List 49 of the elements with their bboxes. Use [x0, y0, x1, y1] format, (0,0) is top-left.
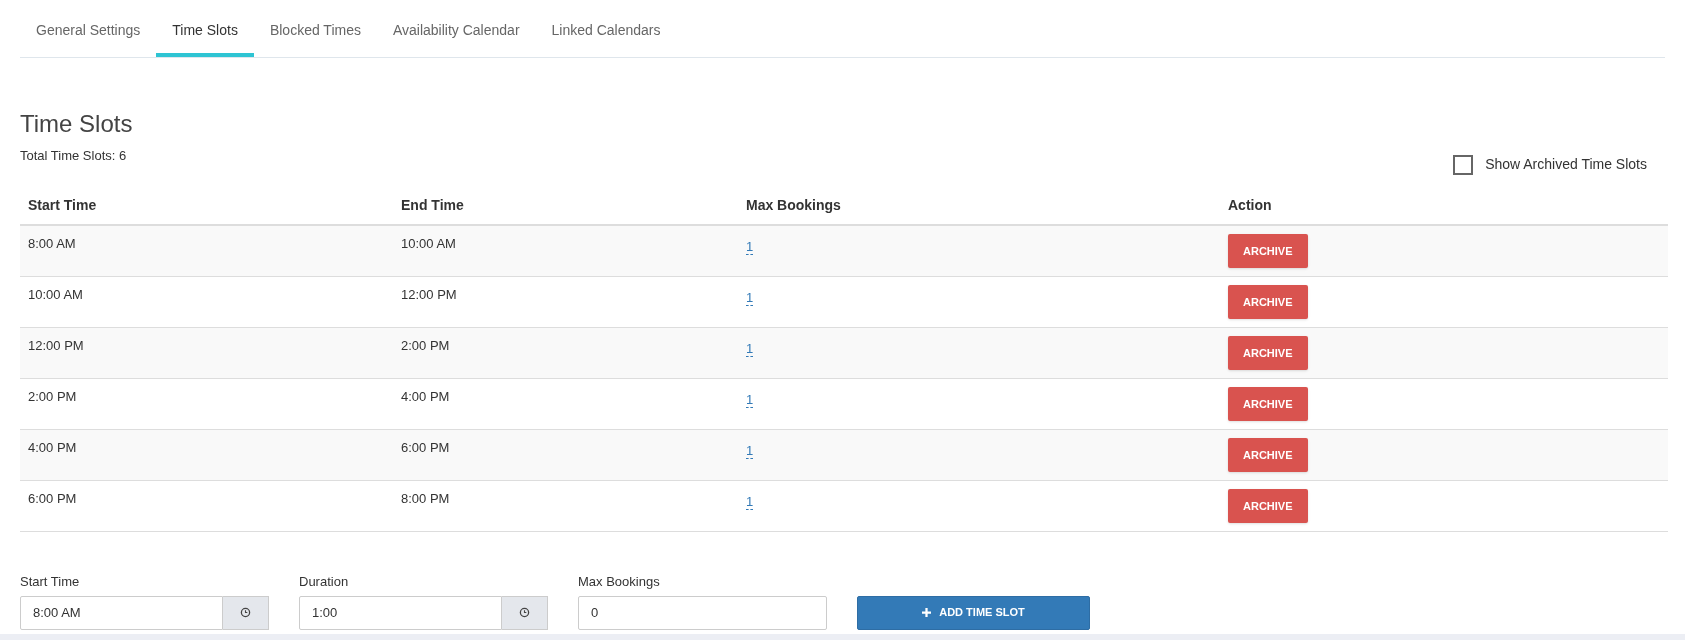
input-field[interactable]: 1:00: [299, 595, 502, 630]
column-header: Action: [1227, 196, 1273, 215]
column-header: Start Time: [27, 196, 98, 215]
table-cell-text: 8:00 AM: [27, 235, 77, 253]
editable-link[interactable]: 1: [746, 290, 754, 306]
editable-link[interactable]: 1: [746, 494, 754, 510]
archive-button[interactable]: ARCHIVE: [1228, 285, 1308, 319]
table-cell-text: 12:00 PM: [27, 337, 85, 355]
input-field[interactable]: 0: [578, 595, 827, 630]
tab[interactable]: Time Slots: [156, 12, 254, 57]
archive-button[interactable]: ARCHIVE: [1228, 336, 1308, 370]
table-cell-text: 2:00 PM: [400, 337, 451, 355]
tab[interactable]: Linked Calendars: [535, 12, 677, 57]
editable-link[interactable]: 1: [746, 443, 754, 459]
table-cell-text: 12:00 PM: [400, 286, 458, 304]
column-header: Max Bookings: [745, 196, 842, 215]
archive-button[interactable]: ARCHIVE: [1228, 438, 1308, 472]
editable-link[interactable]: 1: [746, 341, 754, 357]
input-field[interactable]: 8:00 AM: [20, 595, 223, 630]
clock-icon: [240, 607, 251, 618]
field-label: Max Bookings: [578, 573, 661, 591]
tab[interactable]: Availability Calendar: [376, 12, 536, 57]
checkbox[interactable]: [1453, 154, 1474, 175]
field-label: Start Time: [20, 573, 81, 591]
clock-button[interactable]: [223, 595, 269, 630]
editable-link[interactable]: 1: [746, 392, 754, 408]
total-count: Total Time Slots: 6: [20, 147, 127, 165]
archive-button[interactable]: ARCHIVE: [1228, 387, 1308, 421]
table-cell-text: 6:00 PM: [400, 439, 451, 457]
field-label: Duration: [299, 573, 350, 591]
table-cell-text: 8:00 PM: [400, 490, 451, 508]
table-cell-text: 6:00 PM: [27, 490, 78, 508]
tab[interactable]: Blocked Times: [253, 12, 377, 57]
archive-button[interactable]: ARCHIVE: [1228, 489, 1308, 523]
checkbox-label: Show Archived Time Slots: [1485, 155, 1647, 174]
tab[interactable]: General Settings: [20, 12, 157, 57]
table-cell-text: 10:00 AM: [400, 235, 457, 253]
add-time-slot-button[interactable]: ADD TIME SLOT: [857, 595, 1090, 630]
clock-icon: [519, 607, 530, 618]
table-cell-text: 2:00 PM: [27, 388, 78, 406]
column-header: End Time: [400, 196, 465, 215]
page-title: Time Slots: [20, 109, 134, 139]
plus-icon: [922, 608, 932, 617]
table-cell-text: 10:00 AM: [27, 286, 84, 304]
editable-link[interactable]: 1: [746, 239, 754, 255]
archive-button[interactable]: ARCHIVE: [1228, 234, 1308, 268]
table-cell-text: 4:00 PM: [400, 388, 451, 406]
clock-button[interactable]: [502, 595, 548, 630]
table-cell-text: 4:00 PM: [27, 439, 78, 457]
